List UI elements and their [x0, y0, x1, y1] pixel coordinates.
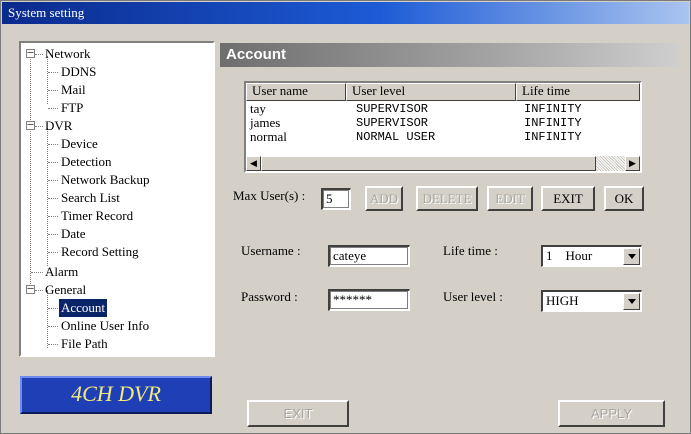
cell-life-time: INFINITY	[524, 130, 582, 144]
tree-label-record-setting: Record Setting	[61, 244, 139, 259]
cell-user-name: normal	[250, 129, 287, 144]
tree-label-ddns: DDNS	[61, 64, 97, 79]
tree-label-network-backup: Network Backup	[61, 172, 150, 187]
exit-button[interactable]: EXIT	[541, 186, 595, 211]
username-label: Username :	[241, 243, 301, 258]
lifetime-value: 1 Hour	[546, 248, 593, 263]
table-row[interactable]: normal NORMAL USER INFINITY	[246, 129, 640, 145]
tree-label-search-list: Search List	[61, 190, 120, 205]
tree-item-dvr[interactable]: – DVR	[21, 117, 211, 135]
column-header-user-level[interactable]: User level	[346, 83, 516, 101]
cell-user-level: SUPERVISOR	[356, 116, 429, 130]
column-header-life-time[interactable]: Life time	[516, 83, 640, 101]
tree-label-account-selected: Account	[57, 298, 109, 318]
tree-item-network[interactable]: – Network	[21, 45, 211, 63]
panel-title: Account	[220, 43, 680, 67]
chevron-down-icon[interactable]	[623, 248, 640, 265]
column-header-user-name[interactable]: User name	[246, 83, 346, 101]
max-users-label: Max User(s) :	[233, 188, 306, 203]
tree-label-detection: Detection	[61, 154, 112, 169]
tree-label-ftp: FTP	[61, 100, 84, 115]
userlevel-label: User level :	[443, 289, 503, 304]
horizontal-scrollbar[interactable]: ◀ ▶	[246, 156, 640, 171]
apply-button[interactable]: APPLY	[558, 400, 665, 427]
tree-label-dvr: DVR	[45, 118, 73, 133]
table-row[interactable]: tay SUPERVISOR INFINITY	[246, 101, 640, 117]
tree-label-online-user-info: Online User Info	[61, 318, 150, 333]
tree-label-alarm: Alarm	[45, 264, 79, 279]
cell-user-name: james	[250, 115, 281, 130]
tree-label-network: Network	[45, 46, 91, 61]
scroll-left-icon[interactable]: ◀	[246, 156, 261, 171]
tree-label-date: Date	[61, 226, 86, 241]
cell-life-time: INFINITY	[524, 116, 582, 130]
brand-logo: 4CH DVR	[20, 376, 212, 414]
window-title: System setting	[2, 2, 689, 24]
users-table[interactable]: User name User level Life time tay SUPER…	[244, 81, 642, 173]
tree-item-general[interactable]: – General	[21, 281, 211, 299]
delete-button[interactable]: DELETE	[416, 186, 478, 211]
table-row[interactable]: james SUPERVISOR INFINITY	[246, 115, 640, 131]
edit-button[interactable]: EDIT	[487, 186, 533, 211]
chevron-down-icon[interactable]	[623, 293, 640, 310]
tree-label-timer-record: Timer Record	[61, 208, 134, 223]
add-button[interactable]: ADD	[365, 186, 403, 211]
cell-life-time: INFINITY	[524, 102, 582, 116]
lifetime-label: Life time :	[443, 243, 498, 258]
scroll-right-icon[interactable]: ▶	[625, 156, 640, 171]
users-table-body: tay SUPERVISOR INFINITY james SUPERVISOR…	[246, 101, 640, 145]
collapse-icon[interactable]: –	[26, 120, 35, 130]
ok-button[interactable]: OK	[604, 186, 644, 211]
tree-label-mail: Mail	[61, 82, 86, 97]
footer-exit-button[interactable]: EXIT	[247, 400, 349, 427]
tree-label-file-path: File Path	[61, 336, 108, 351]
collapse-icon[interactable]: –	[26, 48, 35, 58]
userlevel-select[interactable]: HIGH	[541, 290, 642, 312]
tree-label-device: Device	[61, 136, 98, 151]
users-table-header: User name User level Life time	[246, 83, 640, 101]
scroll-track[interactable]	[596, 156, 625, 171]
username-field[interactable]: cateye	[328, 245, 410, 267]
password-label: Password :	[241, 289, 298, 304]
cell-user-name: tay	[250, 101, 266, 116]
userlevel-value: HIGH	[546, 293, 579, 308]
cell-user-level: SUPERVISOR	[356, 102, 429, 116]
tree-label-general: General	[45, 282, 87, 297]
password-field[interactable]: ******	[328, 289, 410, 311]
cell-user-level: NORMAL USER	[356, 130, 436, 144]
scroll-thumb[interactable]	[261, 156, 596, 171]
lifetime-select[interactable]: 1 Hour	[541, 245, 642, 267]
settings-tree[interactable]: – Network DDNS Mail FTP – DVR Device Det…	[19, 41, 215, 357]
collapse-icon[interactable]: –	[26, 284, 35, 294]
max-users-input[interactable]: 5	[321, 188, 351, 210]
system-setting-window: System setting – Network DDNS Mail FTP –	[0, 0, 691, 434]
